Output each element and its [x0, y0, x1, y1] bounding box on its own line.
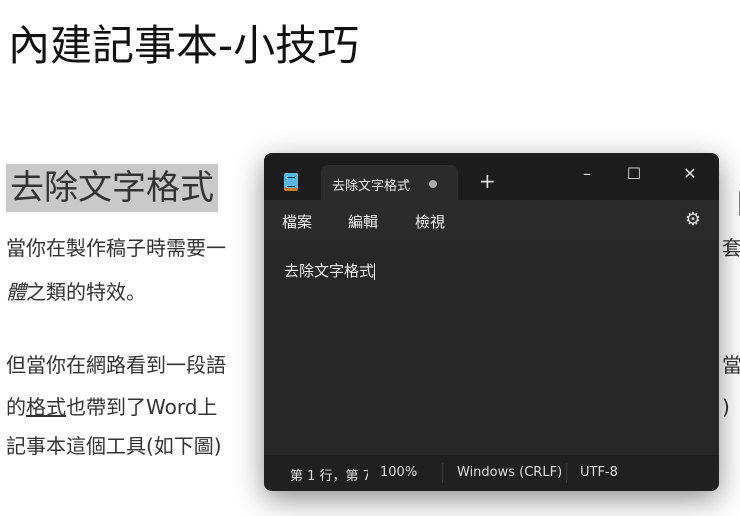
maximize-button[interactable]: ☐: [611, 159, 657, 189]
text: 也帶到了Word上: [66, 395, 218, 419]
status-encoding: UTF-8: [580, 465, 618, 480]
status-position: 第 1 行，第 7: [290, 469, 368, 484]
minimize-button[interactable]: –: [564, 159, 610, 189]
title-bar[interactable]: 去除文字格式 + – ☐ ✕: [264, 153, 719, 201]
status-zoom: 100%: [380, 465, 418, 480]
paragraph-2-line-2: 的格式也帶到了Word上: [6, 395, 217, 419]
text: 之類的特效。: [26, 280, 146, 304]
status-bar: 第 1 行，第 7 100% Windows (CRLF) UTF-8: [264, 455, 719, 491]
section-heading: 去除文字格式: [6, 164, 218, 212]
editor-content: 去除文字格式: [284, 262, 375, 280]
paragraph-2-line-2-right: ): [722, 395, 730, 419]
divider: [442, 463, 443, 483]
text-editor[interactable]: 去除文字格式: [284, 260, 376, 281]
paragraph-1-line-2: 體之類的特效。: [6, 280, 146, 304]
text: 的: [6, 395, 26, 419]
paragraph-2-line-1: 但當你在網路看到一段語: [6, 353, 226, 377]
tab-title: 去除文字格式: [332, 179, 411, 194]
format-link[interactable]: 格式: [26, 395, 66, 419]
paragraph-1-line-1: 當你在製作稿子時需要一: [6, 236, 226, 260]
menu-file[interactable]: 檔案: [282, 211, 312, 232]
paragraph-2-line-1-right: 當: [722, 353, 740, 377]
divider: [566, 463, 567, 483]
status-line-ending: Windows (CRLF): [457, 465, 563, 480]
menu-view[interactable]: 檢視: [415, 211, 445, 232]
heading-right-fragment: 【: [722, 184, 740, 221]
close-button[interactable]: ✕: [667, 159, 713, 189]
page-title: 內建記事本-小技巧: [8, 21, 360, 70]
text-caret: [374, 263, 376, 280]
settings-gear-icon[interactable]: ⚙: [685, 209, 701, 230]
paragraph-2-line-3: 記事本這個工具(如下圖): [6, 434, 222, 458]
new-tab-button[interactable]: +: [479, 169, 496, 193]
italic-text: 體: [6, 280, 26, 304]
menu-bar: 檔案 編輯 檢視 ⚙: [264, 200, 719, 240]
paragraph-1-line-1-right: 套: [722, 236, 740, 260]
notepad-icon: [284, 173, 298, 191]
notepad-window: 去除文字格式 + – ☐ ✕ 檔案 編輯 檢視 ⚙ 去除文字格式 第 1 行，第…: [264, 153, 719, 491]
tab-active[interactable]: 去除文字格式: [321, 165, 458, 201]
menu-edit[interactable]: 編輯: [348, 211, 378, 232]
unsaved-dot-icon: [429, 180, 437, 188]
